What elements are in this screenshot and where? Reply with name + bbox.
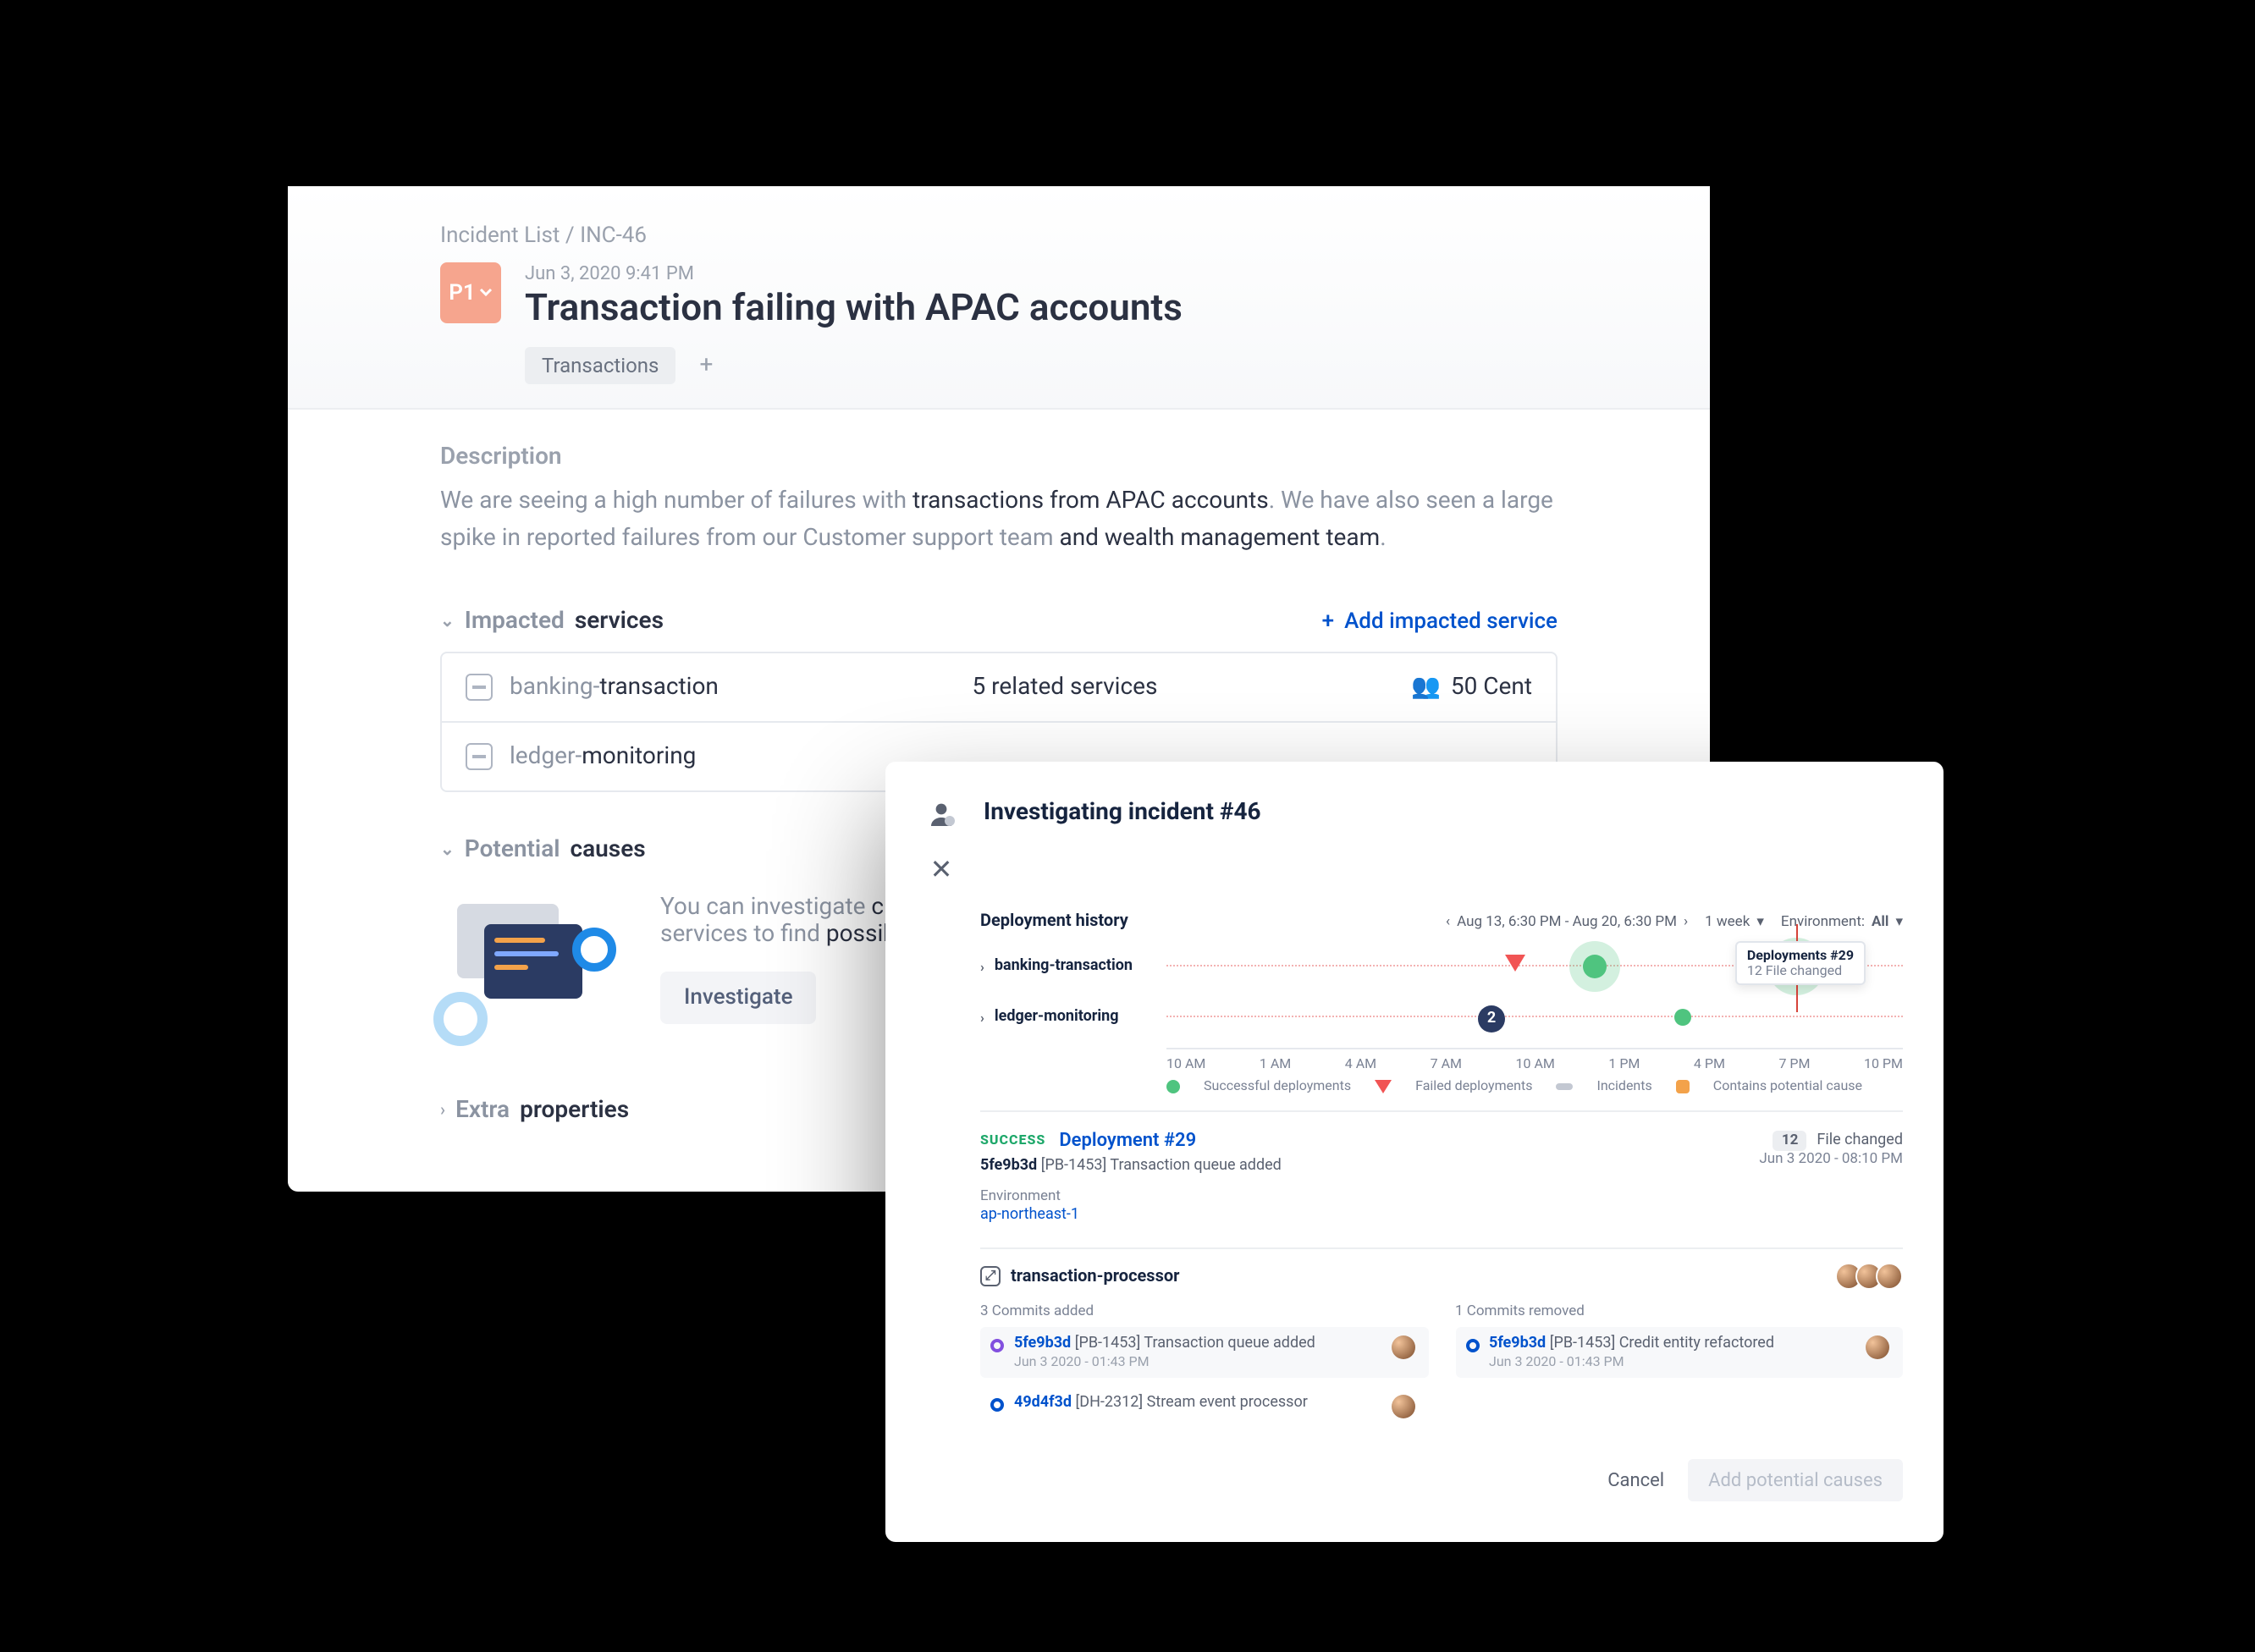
add-tag-button[interactable]: + xyxy=(689,352,723,379)
investigate-button[interactable]: Investigate xyxy=(660,972,817,1025)
deployment-status-badge: SUCCESS xyxy=(980,1132,1045,1148)
chevron-right-icon: › xyxy=(440,1102,445,1121)
service-icon xyxy=(466,675,493,702)
commits-added-heading: 3 Commits added xyxy=(980,1303,1428,1320)
priority-label: P1 xyxy=(449,280,476,306)
investigate-illustration xyxy=(440,895,609,1040)
failed-deployment-node[interactable] xyxy=(1505,955,1525,972)
related-services-count: 5 related services xyxy=(973,675,1158,702)
commit-item[interactable]: 5fe9b3d [PB-1453] Transaction queue adde… xyxy=(980,1327,1428,1378)
success-deployment-node[interactable] xyxy=(1583,955,1607,978)
description-heading: Description xyxy=(440,443,1558,471)
chevron-right-icon: › xyxy=(980,1010,984,1025)
deployment-chart: ›banking-transaction ›ledger-monitoring … xyxy=(980,941,1903,1049)
date-range-control[interactable]: ‹ Aug 13, 6:30 PM - Aug 20, 6:30 PM › xyxy=(1446,913,1688,930)
potential-causes-toggle[interactable]: ⌄ Potential causes xyxy=(440,837,646,864)
files-changed-badge: 12 xyxy=(1773,1130,1807,1150)
deployment-history-label: Deployment history xyxy=(980,912,1128,931)
chevron-down-icon: ▾ xyxy=(1756,913,1764,930)
priority-chip[interactable]: P1 xyxy=(440,262,501,323)
deployment-timestamp: Jun 3 2020 - 08:10 PM xyxy=(1759,1151,1903,1168)
deployment-name-link[interactable]: Deployment #29 xyxy=(1059,1129,1196,1151)
incident-bar-icon xyxy=(1556,1082,1573,1089)
description-text: We are seeing a high number of failures … xyxy=(440,484,1558,558)
incident-header: Incident List / INC-46 P1 Jun 3, 2020 9:… xyxy=(288,186,1710,410)
avatar xyxy=(1866,1335,1889,1359)
commit-item[interactable]: 5fe9b3d [PB-1453] Credit entity refactor… xyxy=(1455,1327,1903,1378)
chart-row-label[interactable]: ›banking-transaction xyxy=(980,941,1166,992)
success-dot-icon xyxy=(1166,1079,1180,1093)
chevron-down-icon: ▾ xyxy=(1895,913,1903,930)
contributor-avatars[interactable] xyxy=(1842,1263,1903,1290)
period-select[interactable]: 1 week ▾ xyxy=(1705,913,1764,930)
commit-icon xyxy=(1465,1339,1479,1352)
environment-label: Environment xyxy=(980,1188,1903,1205)
cancel-button[interactable]: Cancel xyxy=(1607,1469,1664,1491)
deployment-detail: SUCCESS Deployment #29 12 File changed 5… xyxy=(980,1110,1903,1435)
close-icon[interactable]: ✕ xyxy=(930,853,953,885)
chart-legend: Successful deployments Failed deployment… xyxy=(1166,1078,1903,1093)
chevron-left-icon: ‹ xyxy=(1446,913,1450,930)
environment-value[interactable]: ap-northeast-1 xyxy=(980,1207,1903,1224)
commit-item[interactable]: 49d4f3d [DH-2312] Stream event processor xyxy=(980,1386,1428,1427)
incident-title: Transaction failing with APAC accounts xyxy=(525,288,1558,330)
add-potential-causes-button[interactable]: Add potential causes xyxy=(1688,1459,1903,1501)
chart-tooltip: Deployments #29 12 File changed xyxy=(1735,941,1866,985)
breadcrumb-id[interactable]: INC-46 xyxy=(580,223,647,249)
chart-row-label[interactable]: ›ledger-monitoring xyxy=(980,992,1166,1043)
processor-toggle[interactable]: ⤢ transaction-processor xyxy=(980,1266,1179,1286)
deployment-commit-summary: 5fe9b3d [PB-1453] Transaction queue adde… xyxy=(980,1158,1282,1175)
environment-select[interactable]: Environment: All ▾ xyxy=(1781,913,1903,930)
incident-node[interactable]: 2 xyxy=(1478,1005,1505,1032)
tag-chip[interactable]: Transactions xyxy=(525,347,675,384)
commits-removed-heading: 1 Commits removed xyxy=(1455,1303,1903,1320)
chart-x-axis: 10 AM1 AM4 AM7 AM10 AM1 PM4 PM7 PM10 PM xyxy=(1166,1056,1903,1071)
plus-icon: + xyxy=(1322,609,1334,635)
investigate-panel: ✕ Investigating incident #46 Deployment … xyxy=(885,762,1943,1542)
avatar xyxy=(1391,1335,1414,1359)
potential-causes-text: You can investigate cha services to find… xyxy=(660,895,915,949)
impacted-services-toggle[interactable]: ⌄ Impacted services xyxy=(440,608,664,636)
chevron-right-icon: › xyxy=(980,959,984,974)
commit-icon xyxy=(990,1339,1004,1352)
service-icon xyxy=(466,744,493,771)
investigate-title: Investigating incident #46 xyxy=(984,799,1261,826)
potential-cause-icon xyxy=(1676,1079,1690,1093)
files-changed-label: File changed xyxy=(1817,1132,1903,1148)
service-owner: 50 Cent xyxy=(1451,675,1532,702)
breadcrumb-list[interactable]: Incident List xyxy=(440,223,560,249)
breadcrumb[interactable]: Incident List / INC-46 xyxy=(440,223,1558,249)
package-icon: ⤢ xyxy=(980,1266,1001,1286)
chevron-right-icon: › xyxy=(1684,913,1688,930)
commit-icon xyxy=(990,1398,1004,1412)
avatar xyxy=(1391,1395,1414,1418)
chevron-down-icon: ⌄ xyxy=(440,613,455,631)
chevron-down-icon: ⌄ xyxy=(440,841,455,860)
fail-triangle-icon xyxy=(1375,1079,1392,1093)
chevron-down-icon xyxy=(479,288,493,298)
incident-timestamp: Jun 3, 2020 9:41 PM xyxy=(525,262,1558,284)
add-impacted-service-button[interactable]: + Add impacted service xyxy=(1322,609,1558,635)
users-icon: 👥 xyxy=(1411,675,1441,702)
user-icon xyxy=(926,799,957,829)
service-row[interactable]: banking-transaction 5 related services 👥… xyxy=(442,654,1556,722)
breadcrumb-sep: / xyxy=(565,223,575,249)
success-deployment-node[interactable] xyxy=(1674,1009,1691,1026)
